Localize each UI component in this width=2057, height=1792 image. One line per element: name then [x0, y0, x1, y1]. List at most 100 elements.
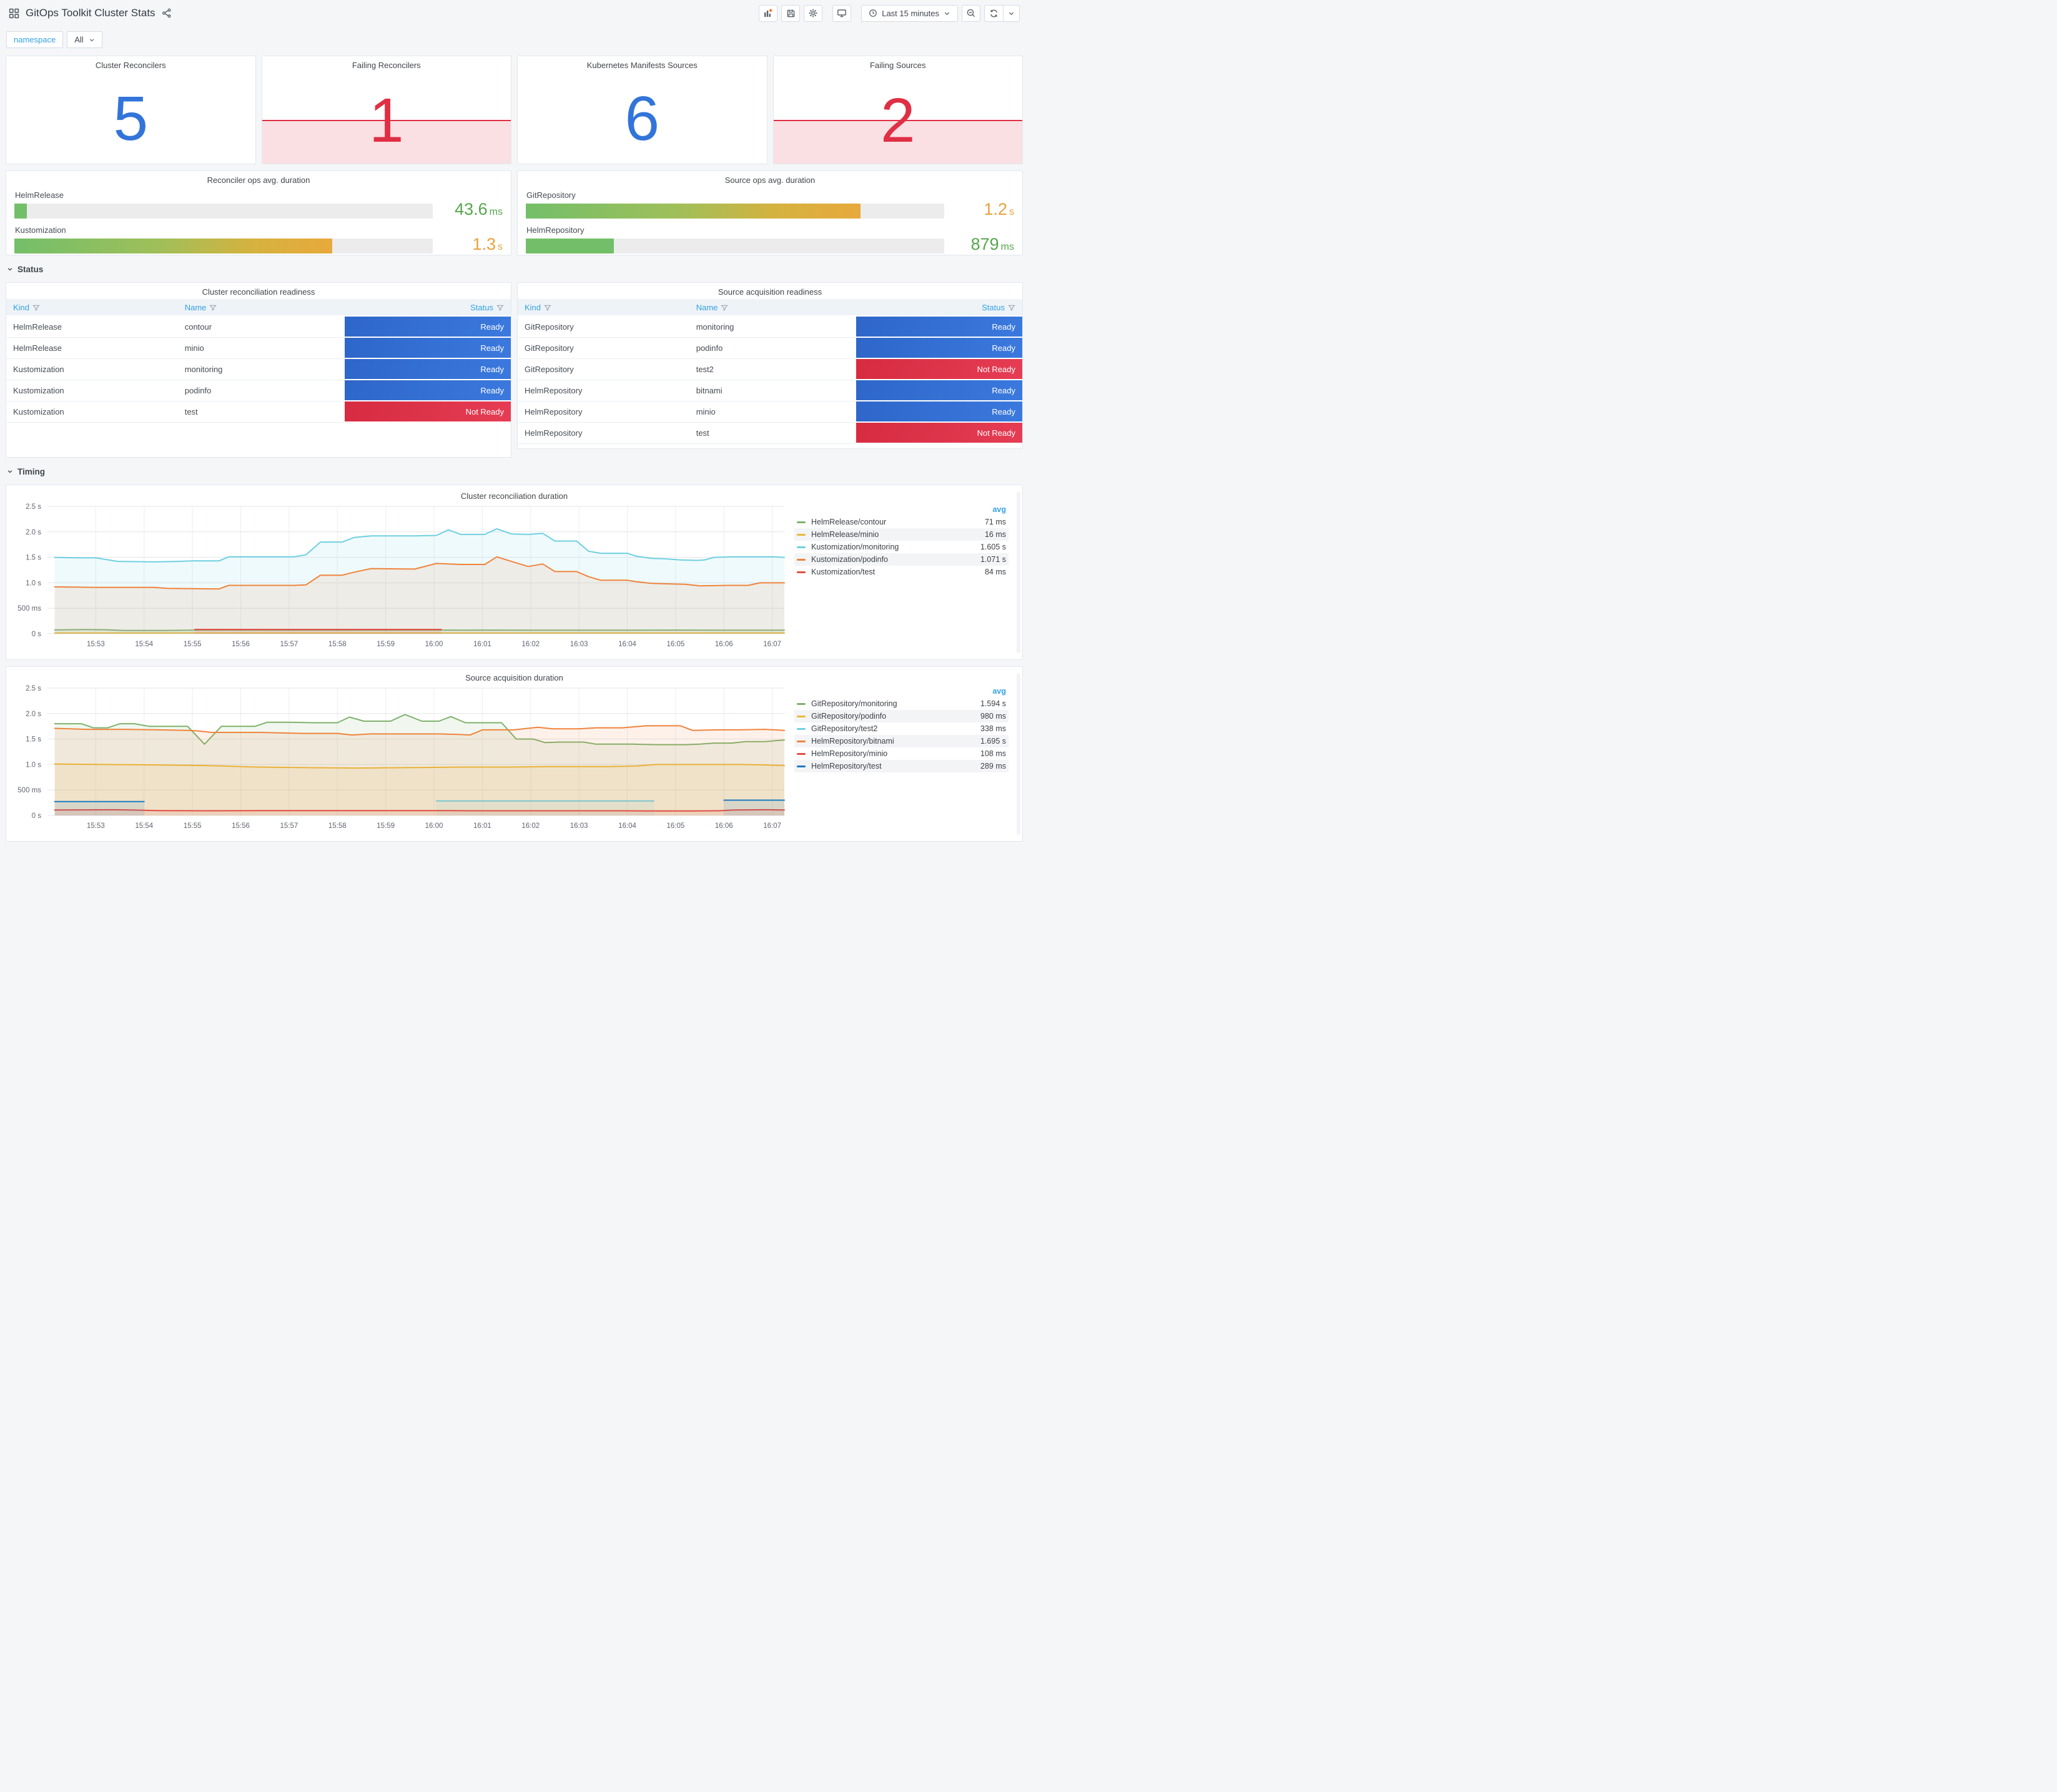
- legend-avg-value: 1.071 s: [980, 555, 1006, 564]
- variable-namespace-label[interactable]: namespace: [6, 31, 64, 48]
- share-icon[interactable]: [162, 8, 172, 18]
- series-color-dash-icon: [797, 533, 806, 536]
- section-header-timing[interactable]: Timing: [7, 464, 1023, 479]
- legend-series-name[interactable]: HelmRepository/test: [811, 762, 980, 770]
- cell-status: Ready: [343, 358, 511, 380]
- gauge-value: 43.6 ms: [455, 200, 503, 219]
- clock-icon: [869, 9, 877, 17]
- stat-value: 5: [113, 83, 149, 154]
- cell-name: minio: [689, 401, 856, 423]
- column-header-status[interactable]: Status: [344, 299, 511, 317]
- dashboard-variables: namespace All: [0, 26, 1028, 56]
- table-row: Kustomization test Not Ready: [6, 401, 511, 423]
- column-header-name[interactable]: Name: [177, 299, 345, 317]
- legend-series-name[interactable]: Kustomization/test: [811, 568, 985, 576]
- save-dashboard-button[interactable]: [781, 4, 801, 22]
- time-range-picker[interactable]: Last 15 minutes: [861, 4, 958, 22]
- table-row: HelmRelease contour Ready: [6, 316, 511, 338]
- legend-series-name[interactable]: GitRepository/podinfo: [811, 712, 980, 721]
- panel-title[interactable]: Failing Reconcilers: [262, 56, 511, 70]
- stat-value: 2: [880, 86, 915, 156]
- legend-avg-value: 1.594 s: [980, 699, 1006, 708]
- gauge-row: HelmRepository 879 ms: [526, 225, 1014, 255]
- legend-series-name[interactable]: HelmRepository/bitnami: [811, 737, 980, 746]
- series-color-dash-icon: [797, 546, 806, 548]
- status-badge: Ready: [345, 317, 511, 337]
- panel-title[interactable]: Cluster reconciliation duration: [11, 487, 1017, 501]
- gauge-rows: GitRepository 1.2 s HelmRepository 879 ms: [526, 190, 1014, 255]
- legend-series-name[interactable]: GitRepository/test2: [811, 724, 980, 733]
- table-row: HelmRepository test Not Ready: [518, 422, 1022, 444]
- x-axis-tick: 15:54: [135, 822, 153, 830]
- legend-series-name[interactable]: GitRepository/monitoring: [811, 699, 980, 708]
- gauge-label: HelmRepository: [526, 225, 585, 235]
- add-panel-button[interactable]: [759, 4, 778, 22]
- cell-kind: GitRepository: [518, 337, 689, 359]
- legend-series-name[interactable]: HelmRepository/minio: [811, 749, 980, 758]
- legend-item[interactable]: Kustomization/test 84 ms: [794, 566, 1009, 578]
- stat-panel-failing-sources: Failing Sources 2: [772, 56, 1023, 164]
- gauge-value: 879 ms: [970, 235, 1014, 254]
- cell-name: contour: [177, 316, 345, 338]
- legend-item[interactable]: GitRepository/test2 338 ms: [794, 722, 1009, 735]
- legend-avg-header[interactable]: avg: [794, 504, 1009, 516]
- legend-series-name[interactable]: Kustomization/monitoring: [811, 543, 980, 551]
- timeseries-plot[interactable]: 15:53 15:54 15:55 15:56 15:57 15:58 15:59 16:00…: [11, 501, 792, 652]
- settings-gear-button[interactable]: [804, 4, 823, 22]
- stat-value: 1: [368, 86, 404, 156]
- legend-item[interactable]: HelmRepository/minio 108 ms: [794, 747, 1009, 760]
- gauge-bar: [526, 238, 944, 254]
- section-header-status[interactable]: Status: [7, 262, 1023, 277]
- status-badge: Ready: [856, 401, 1022, 421]
- legend-item[interactable]: HelmRelease/contour 71 ms: [794, 516, 1009, 528]
- column-header-status[interactable]: Status: [856, 299, 1022, 317]
- y-axis-tick: 0 s: [32, 812, 42, 820]
- timeseries-plot[interactable]: 15:53 15:54 15:55 15:56 15:57 15:58 15:59 16:00…: [11, 683, 792, 834]
- panel-title[interactable]: Failing Sources: [774, 56, 1023, 70]
- series-color-dash-icon: [797, 715, 806, 717]
- x-axis-tick: 16:05: [667, 822, 685, 830]
- legend-item[interactable]: HelmRepository/test 289 ms: [794, 760, 1009, 772]
- series-color-dash-icon: [797, 765, 806, 767]
- legend-item[interactable]: HelmRepository/bitnami 1.695 s: [794, 735, 1009, 747]
- legend-item[interactable]: GitRepository/monitoring 1.594 s: [794, 697, 1009, 710]
- apps-grid-icon[interactable]: [9, 8, 19, 19]
- refresh-button[interactable]: [985, 6, 1003, 21]
- variable-namespace-value-dropdown[interactable]: All: [67, 31, 102, 48]
- cell-name: podinfo: [689, 337, 856, 359]
- panel-title[interactable]: Source acquisition readiness: [518, 283, 1022, 297]
- legend-item[interactable]: GitRepository/podinfo 980 ms: [794, 710, 1009, 722]
- legend-avg-header[interactable]: avg: [794, 686, 1009, 697]
- cycle-view-mode-button[interactable]: [832, 4, 852, 22]
- table-row: Kustomization monitoring Ready: [6, 358, 511, 380]
- panel-title[interactable]: Source ops avg. duration: [526, 171, 1014, 185]
- panel-title[interactable]: Cluster Reconcilers: [6, 56, 255, 70]
- panel-scrollbar[interactable]: [1017, 491, 1020, 653]
- legend-avg-value: 1.605 s: [980, 543, 1006, 551]
- panel-title[interactable]: Kubernetes Manifests Sources: [518, 56, 767, 70]
- cell-status: Not Ready: [343, 401, 511, 423]
- panel-scrollbar[interactable]: [1017, 673, 1020, 835]
- column-header-name[interactable]: Name: [689, 299, 856, 317]
- legend-item[interactable]: Kustomization/podinfo 1.071 s: [794, 553, 1009, 566]
- column-header-kind[interactable]: Kind: [6, 299, 178, 317]
- refresh-interval-caret[interactable]: [1003, 5, 1019, 21]
- legend-series-name[interactable]: Kustomization/podinfo: [811, 555, 980, 564]
- chart-panel-source-acquisition-duration: Source acquisition duration 15:53 15:54 15…: [6, 666, 1023, 842]
- legend-item[interactable]: Kustomization/monitoring 1.605 s: [794, 541, 1009, 553]
- column-header-kind[interactable]: Kind: [518, 299, 689, 317]
- zoom-out-button[interactable]: [962, 4, 980, 22]
- cell-status: Not Ready: [855, 422, 1022, 444]
- gauge-rows: HelmRelease 43.6 ms Kustomization 1.3 s: [14, 190, 503, 255]
- chart-panel-cluster-reconciliation-duration: Cluster reconciliation duration 15:53 15:…: [6, 485, 1023, 660]
- panel-title[interactable]: Source acquisition duration: [11, 669, 1017, 682]
- legend-item[interactable]: HelmRelease/minio 16 ms: [794, 528, 1009, 541]
- series-color-dash-icon: [797, 521, 806, 523]
- legend-series-name[interactable]: HelmRelease/contour: [811, 518, 985, 526]
- table-row: Kustomization podinfo Ready: [6, 380, 511, 401]
- legend-series-name[interactable]: HelmRelease/minio: [811, 530, 985, 539]
- panel-title[interactable]: Cluster reconciliation readiness: [6, 283, 511, 297]
- x-axis-tick: 16:01: [473, 641, 491, 648]
- cell-name: test: [689, 422, 856, 444]
- panel-title[interactable]: Reconciler ops avg. duration: [14, 171, 503, 185]
